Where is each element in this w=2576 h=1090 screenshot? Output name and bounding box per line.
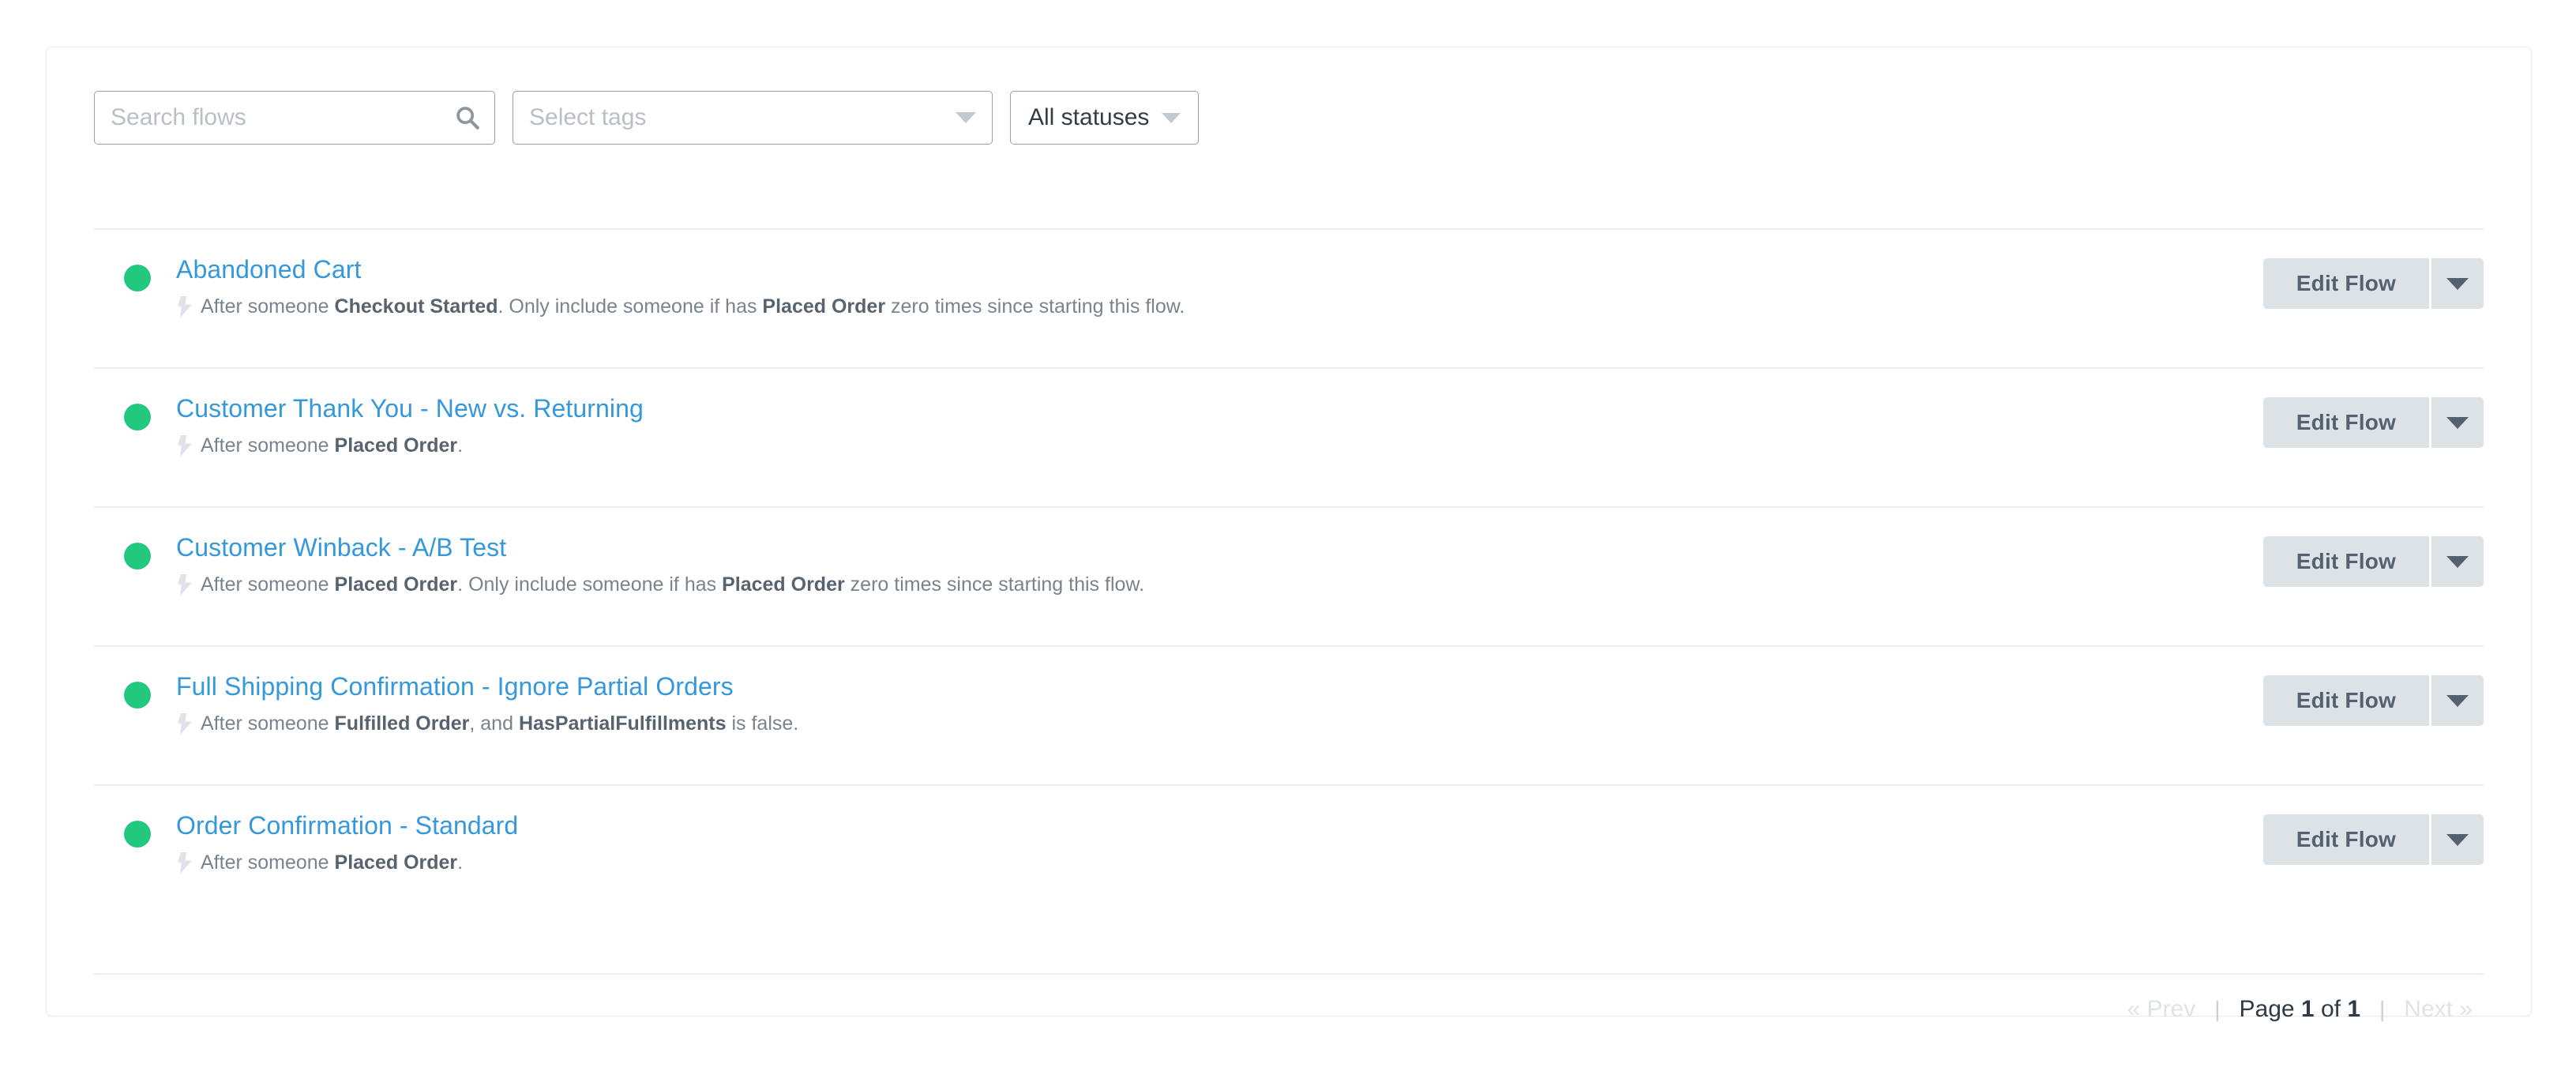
status-dot [124, 404, 151, 430]
pagination-separator-left: | [2214, 997, 2221, 1021]
status-select-value: All statuses [1028, 104, 1150, 130]
status-dot [124, 543, 151, 569]
lightning-bolt-icon [178, 852, 192, 874]
flow-name-link[interactable]: Full Shipping Confirmation - Ignore Part… [176, 671, 734, 702]
flow-row: Full Shipping Confirmation - Ignore Part… [94, 645, 2484, 784]
edit-flow-dropdown-button[interactable] [2431, 814, 2484, 865]
filter-bar: Select tags All statuses [94, 91, 1200, 145]
row-action-group: Edit Flow [2262, 675, 2484, 726]
flow-text-block: Order Confirmation - Standard After someo… [176, 810, 518, 876]
row-action-group: Edit Flow [2262, 258, 2484, 309]
tags-select-placeholder: Select tags [529, 104, 647, 130]
flow-row: Customer Winback - A/B Test After someone… [94, 506, 2484, 645]
chevron-down-icon [956, 112, 976, 123]
edit-flow-button[interactable]: Edit Flow [2262, 397, 2429, 448]
edit-flow-button[interactable]: Edit Flow [2262, 258, 2429, 309]
lightning-bolt-icon [178, 713, 192, 735]
chevron-down-icon [2446, 833, 2469, 846]
flow-trigger-description: After someone Placed Order. [176, 850, 518, 876]
flow-name-link[interactable]: Customer Thank You - New vs. Returning [176, 393, 644, 424]
flow-text-block: Abandoned Cart After someone Checkout Sta… [176, 254, 1185, 320]
tags-select[interactable]: Select tags [513, 91, 993, 145]
flow-text-block: Customer Thank You - New vs. Returning Af… [176, 393, 644, 459]
chevron-down-icon [2446, 694, 2469, 707]
edit-flow-button[interactable]: Edit Flow [2262, 675, 2429, 726]
flow-trigger-description: After someone Fulfilled Order, and HasPa… [176, 711, 798, 737]
flow-trigger-text: After someone Checkout Started. Only inc… [201, 295, 1185, 318]
chevron-down-icon [2446, 277, 2469, 290]
chevron-down-icon [1162, 112, 1181, 123]
lightning-bolt-icon [178, 574, 192, 596]
edit-flow-button[interactable]: Edit Flow [2262, 814, 2429, 865]
chevron-down-icon [2446, 416, 2469, 429]
pagination-prev[interactable]: « Prev [2116, 996, 2207, 1023]
search-field-wrapper [94, 91, 495, 145]
row-action-group: Edit Flow [2262, 536, 2484, 587]
flow-row: Abandoned Cart After someone Checkout Sta… [94, 228, 2484, 367]
edit-flow-dropdown-button[interactable] [2431, 258, 2484, 309]
status-dot [124, 682, 151, 708]
flow-trigger-text: After someone Placed Order. Only include… [201, 573, 1145, 596]
edit-flow-dropdown-button[interactable] [2431, 397, 2484, 448]
row-action-group: Edit Flow [2262, 814, 2484, 865]
pagination-separator-right: | [2379, 997, 2386, 1021]
pagination: « Prev | Page 1 of 1 | Next » [94, 973, 2484, 1022]
edit-flow-dropdown-button[interactable] [2431, 675, 2484, 726]
flow-name-link[interactable]: Customer Winback - A/B Test [176, 532, 506, 563]
flow-row: Customer Thank You - New vs. Returning Af… [94, 367, 2484, 506]
row-action-group: Edit Flow [2262, 397, 2484, 448]
status-select[interactable]: All statuses [1010, 91, 1200, 145]
flow-name-link[interactable]: Abandoned Cart [176, 254, 361, 285]
pagination-current: Page 1 of 1 [2239, 996, 2360, 1022]
lightning-bolt-icon [178, 296, 192, 318]
flows-page: Select tags All statuses Abandoned CartA… [0, 0, 2576, 1090]
status-dot [124, 265, 151, 291]
flows-card: Select tags All statuses Abandoned CartA… [46, 47, 2532, 1022]
search-input[interactable] [94, 91, 495, 145]
pagination-next[interactable]: Next » [2393, 996, 2484, 1023]
flow-name-link[interactable]: Order Confirmation - Standard [176, 810, 518, 841]
flow-trigger-text: After someone Placed Order. [201, 851, 464, 874]
edit-flow-dropdown-button[interactable] [2431, 536, 2484, 587]
flow-trigger-description: After someone Placed Order. [176, 433, 644, 459]
flow-trigger-text: After someone Placed Order. [201, 434, 464, 457]
flow-trigger-text: After someone Fulfilled Order, and HasPa… [201, 712, 799, 735]
flow-trigger-description: After someone Placed Order. Only include… [176, 572, 1144, 598]
flow-row: Order Confirmation - Standard After someo… [94, 784, 2484, 923]
edit-flow-button[interactable]: Edit Flow [2262, 536, 2429, 587]
status-dot [124, 821, 151, 848]
flow-trigger-description: After someone Checkout Started. Only inc… [176, 294, 1185, 320]
lightning-bolt-icon [178, 435, 192, 457]
chevron-down-icon [2446, 555, 2469, 568]
flow-text-block: Full Shipping Confirmation - Ignore Part… [176, 671, 798, 737]
flow-list: Abandoned Cart After someone Checkout Sta… [94, 228, 2484, 923]
flow-text-block: Customer Winback - A/B Test After someone… [176, 532, 1144, 598]
